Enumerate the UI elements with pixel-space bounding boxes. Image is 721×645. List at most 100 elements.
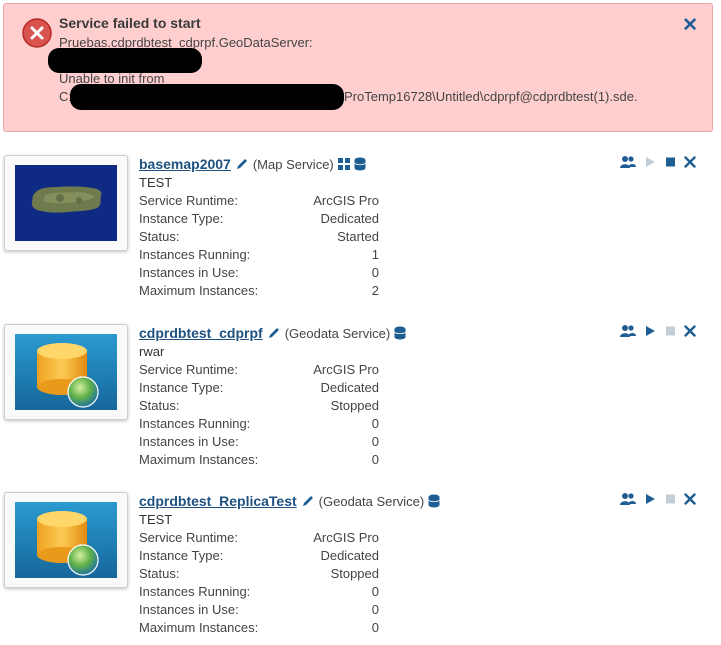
field-label: Instances in Use: — [139, 602, 239, 617]
field-label: Maximum Instances: — [139, 620, 259, 635]
field-value: Dedicated — [320, 380, 379, 395]
service-thumbnail[interactable] — [4, 324, 128, 420]
field-label: Instances Running: — [139, 416, 251, 431]
field-label: Service Runtime: — [139, 193, 238, 208]
field-value: 0 — [371, 265, 379, 280]
service-actions — [620, 324, 700, 340]
service-name-link[interactable]: cdprdbtest_ReplicaTest — [139, 493, 297, 509]
field-value: 0 — [371, 602, 379, 617]
field-label: Maximum Instances: — [139, 452, 259, 467]
field-label: Service Runtime: — [139, 362, 238, 377]
service-description: rwar — [139, 344, 165, 359]
field-value: ArcGIS Pro — [313, 193, 379, 208]
service-thumbnail[interactable] — [4, 155, 128, 251]
service-card: cdprdbtest_ReplicaTest (Geodata Service)… — [0, 492, 721, 645]
field-value: Stopped — [330, 398, 379, 413]
service-description: TEST — [139, 512, 173, 527]
service-type: (Geodata Service) — [318, 493, 425, 509]
field-label: Service Runtime: — [139, 530, 238, 545]
field-label: Instance Type: — [139, 548, 224, 563]
edit-pencil-icon[interactable] — [301, 494, 315, 508]
status-row: Status: Started — [139, 229, 379, 247]
service-description: TEST — [139, 175, 173, 190]
start-play-icon[interactable] — [644, 492, 656, 506]
stop-square-icon[interactable] — [665, 155, 677, 169]
field-label: Instance Type: — [139, 211, 224, 226]
delete-icon[interactable] — [684, 492, 696, 506]
permissions-users-icon[interactable] — [620, 324, 636, 338]
instances-running-row: Instances Running: 0 — [139, 416, 379, 434]
stop-square-icon[interactable] — [665, 324, 677, 338]
delete-icon[interactable] — [684, 324, 696, 338]
stop-square-icon[interactable] — [665, 492, 677, 506]
close-icon[interactable]: ✕ — [682, 16, 698, 35]
field-label: Instances in Use: — [139, 434, 239, 449]
instance-type-row: Instance Type: Dedicated — [139, 380, 379, 398]
field-value: 0 — [371, 416, 379, 431]
service-header: cdprdbtest_ReplicaTest (Geodata Service) — [139, 493, 440, 509]
field-value: ArcGIS Pro — [313, 362, 379, 377]
instance-type-row: Instance Type: Dedicated — [139, 548, 379, 566]
alert-message-line: ProTemp16728\Untitled\cdprpf@cdprdbtest(… — [344, 89, 638, 104]
map-thumbnail — [15, 165, 117, 241]
service-thumbnail[interactable] — [4, 492, 128, 588]
service-actions — [620, 155, 700, 171]
service-header: basemap2007 (Map Service) — [139, 156, 366, 172]
status-row: Status: Stopped — [139, 398, 379, 416]
field-label: Maximum Instances: — [139, 283, 259, 298]
field-label: Status: — [139, 566, 180, 581]
service-card: cdprdbtest_cdprpf (Geodata Service) rwar… — [0, 324, 721, 484]
field-label: Status: — [139, 229, 180, 244]
grid-icon — [337, 158, 350, 170]
field-value: Dedicated — [320, 211, 379, 226]
field-value: Dedicated — [320, 548, 379, 563]
field-value: 0 — [371, 620, 379, 635]
instances-in-use-row: Instances in Use: 0 — [139, 434, 379, 452]
alert-title: Service failed to start — [59, 15, 201, 31]
permissions-users-icon[interactable] — [620, 492, 636, 506]
maximum-instances-row: Maximum Instances: 0 — [139, 620, 379, 638]
instances-running-row: Instances Running: 0 — [139, 584, 379, 602]
instances-in-use-row: Instances in Use: 0 — [139, 602, 379, 620]
field-label: Status: — [139, 398, 180, 413]
edit-pencil-icon[interactable] — [267, 326, 281, 340]
service-name-link[interactable]: basemap2007 — [139, 156, 231, 172]
instances-running-row: Instances Running: 1 — [139, 247, 379, 265]
permissions-users-icon[interactable] — [620, 155, 636, 169]
redaction-mark — [48, 48, 202, 73]
field-label: Instances Running: — [139, 247, 251, 262]
field-label: Instances in Use: — [139, 265, 239, 280]
instances-in-use-row: Instances in Use: 0 — [139, 265, 379, 283]
maximum-instances-row: Maximum Instances: 0 — [139, 452, 379, 470]
field-value: 0 — [371, 584, 379, 599]
geodata-thumbnail — [15, 502, 117, 578]
error-alert: Service failed to start Pruebas.cdprdbte… — [3, 3, 713, 132]
geodata-thumbnail — [15, 334, 117, 410]
service-type: (Map Service) — [252, 156, 334, 172]
maximum-instances-row: Maximum Instances: 2 — [139, 283, 379, 301]
service-name-link[interactable]: cdprdbtest_cdprpf — [139, 325, 263, 341]
field-value: 2 — [371, 283, 379, 298]
field-label: Instance Type: — [139, 380, 224, 395]
instance-type-row: Instance Type: Dedicated — [139, 211, 379, 229]
field-value: 1 — [371, 247, 379, 262]
service-runtime-row: Service Runtime: ArcGIS Pro — [139, 193, 379, 211]
service-card: basemap2007 (Map Service) TEST Service R… — [0, 155, 721, 315]
database-icon — [394, 326, 406, 340]
delete-icon[interactable] — [684, 155, 696, 169]
service-header: cdprdbtest_cdprpf (Geodata Service) — [139, 325, 406, 341]
field-label: Instances Running: — [139, 584, 251, 599]
edit-pencil-icon[interactable] — [235, 157, 249, 171]
start-play-icon[interactable] — [644, 324, 656, 338]
service-runtime-row: Service Runtime: ArcGIS Pro — [139, 530, 379, 548]
field-value: ArcGIS Pro — [313, 530, 379, 545]
service-type: (Geodata Service) — [284, 325, 391, 341]
field-value: Started — [337, 229, 379, 244]
field-value: 0 — [371, 452, 379, 467]
status-row: Status: Stopped — [139, 566, 379, 584]
start-play-icon[interactable] — [644, 155, 656, 169]
database-icon — [354, 157, 366, 171]
service-actions — [620, 492, 700, 508]
error-icon — [22, 18, 52, 48]
redaction-mark — [70, 84, 344, 110]
